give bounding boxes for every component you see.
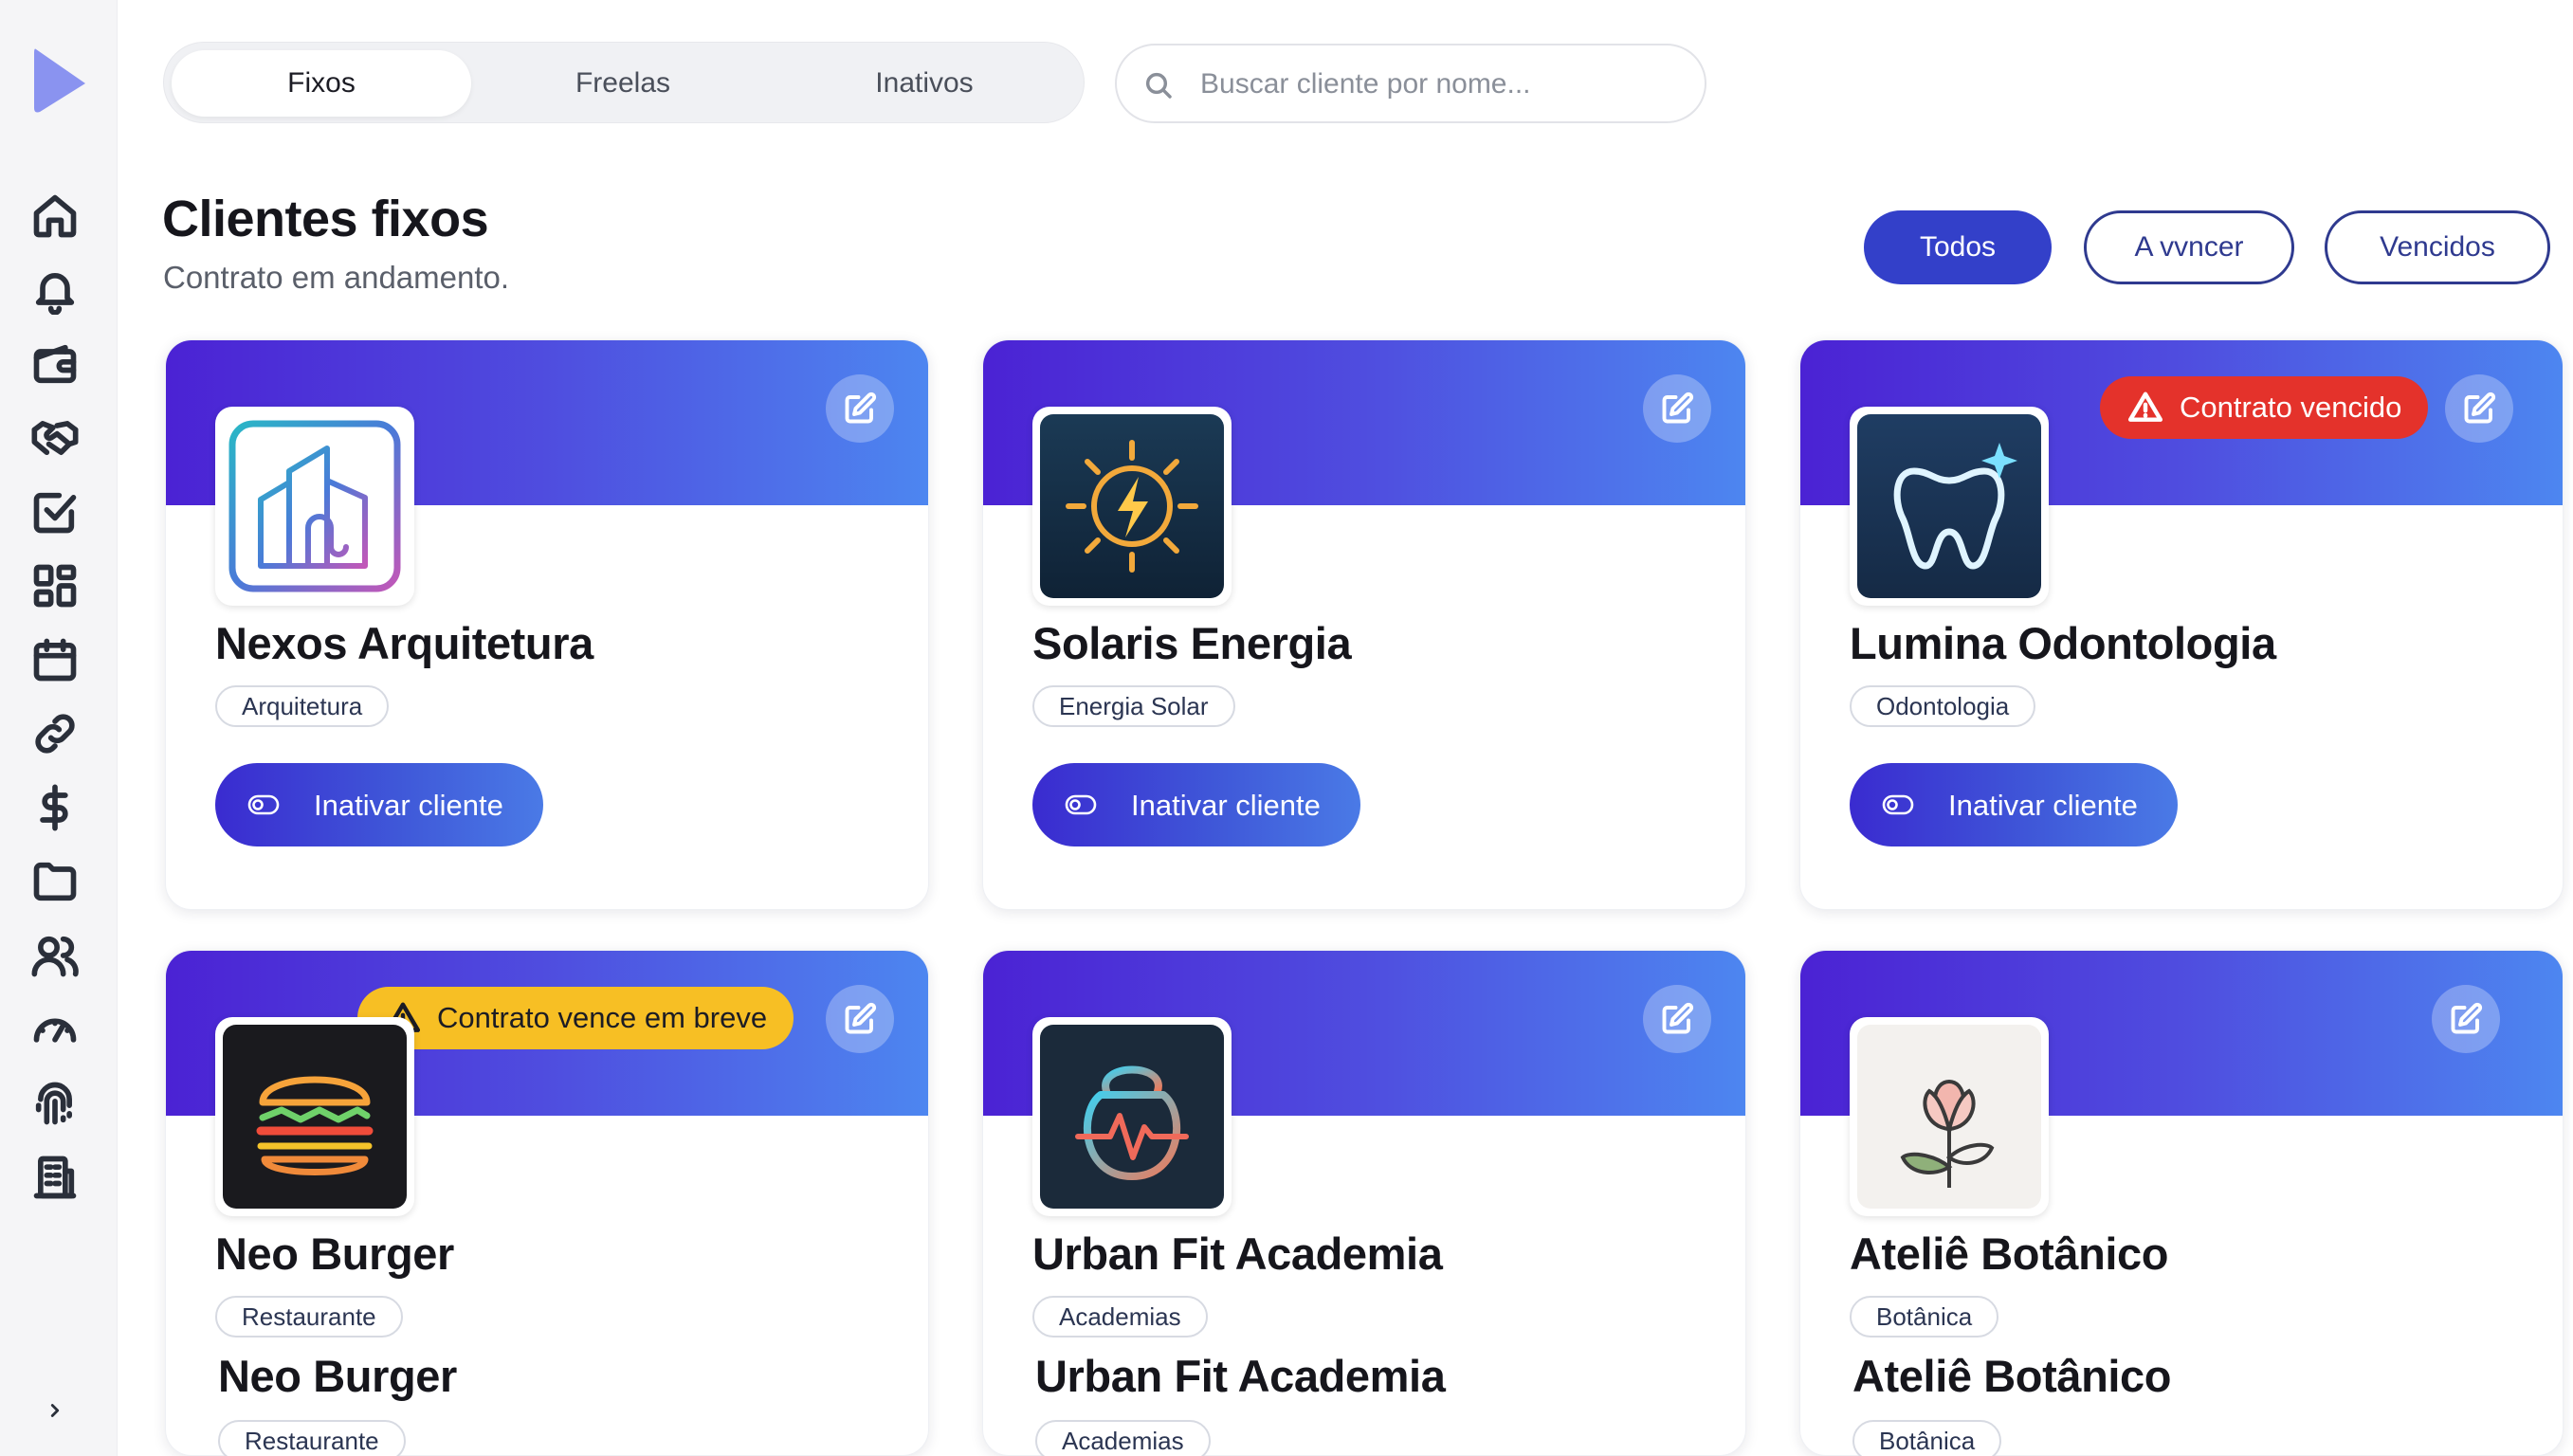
app: Fixos Freelas Inativos Clientes fixos Co…	[0, 0, 2573, 1456]
client-logo	[215, 1017, 414, 1216]
category-tag: Odontologia	[1850, 685, 2036, 727]
burger-logo	[223, 1025, 407, 1209]
client-name-duplicate: Urban Fit Academia	[1035, 1351, 1446, 1401]
category-tag-duplicate: Academias	[1035, 1420, 1211, 1456]
category-tag-duplicate: Botânica	[1852, 1420, 2002, 1456]
inativar-cliente-button[interactable]: Inativar cliente	[1850, 763, 2178, 846]
button-label: Inativar cliente	[1131, 789, 1321, 822]
category-tag-duplicate: Restaurante	[218, 1420, 406, 1456]
fingerprint-icon[interactable]	[27, 1075, 83, 1132]
client-card-lumina: Contrato vencido Lumina Odontologia Odon…	[1799, 339, 2564, 910]
tab-freelas[interactable]: Freelas	[473, 50, 773, 117]
client-card-solaris: Solaris Energia Energia Solar Inativar c…	[982, 339, 1746, 910]
edit-icon[interactable]	[826, 374, 894, 443]
building-outline-logo	[223, 414, 407, 598]
link-icon[interactable]	[27, 705, 83, 762]
gauge-icon[interactable]	[27, 1001, 83, 1058]
grid-icon[interactable]	[27, 557, 83, 614]
play-logo-icon[interactable]	[30, 46, 89, 116]
category-tag: Energia Solar	[1032, 685, 1235, 727]
kettlebell-logo	[1040, 1025, 1224, 1209]
flower-logo	[1857, 1025, 2041, 1209]
sidebar	[0, 0, 118, 1456]
tooth-logo	[1857, 414, 2041, 598]
filter-vencidos-button[interactable]: Vencidos	[2325, 210, 2550, 284]
edit-icon[interactable]	[1643, 374, 1711, 443]
client-name: Urban Fit Academia	[1032, 1228, 1443, 1279]
client-name-duplicate: Ateliê Botânico	[1852, 1351, 2172, 1401]
filter-todos-button[interactable]: Todos	[1864, 210, 2052, 284]
checkbox-icon[interactable]	[27, 483, 83, 540]
client-name: Nexos Arquitetura	[215, 618, 593, 668]
button-label: Inativar cliente	[1948, 789, 2138, 822]
client-card-nexos: Nexos Arquitetura Arquitetura Inativar c…	[165, 339, 929, 910]
inativar-cliente-button[interactable]: Inativar cliente	[1032, 763, 1360, 846]
button-label: Inativar cliente	[314, 789, 503, 822]
client-name: Solaris Energia	[1032, 618, 1352, 668]
category-tag: Academias	[1032, 1296, 1208, 1338]
toggle-icon	[1882, 794, 1914, 815]
tab-inativos[interactable]: Inativos	[775, 50, 1074, 117]
toggle-icon	[1065, 794, 1097, 815]
contract-expiring-badge: Contrato vence em breve	[357, 987, 794, 1049]
calendar-icon[interactable]	[27, 631, 83, 688]
tab-fixos[interactable]: Fixos	[172, 50, 471, 117]
search-icon	[1145, 72, 1172, 99]
search-box	[1115, 44, 1706, 123]
edit-icon[interactable]	[1643, 985, 1711, 1053]
edit-icon[interactable]	[2445, 374, 2513, 443]
toggle-icon	[247, 794, 280, 815]
bell-icon[interactable]	[27, 262, 83, 318]
client-name-duplicate: Neo Burger	[218, 1351, 457, 1401]
search-input[interactable]	[1200, 61, 1684, 108]
folder-icon[interactable]	[27, 853, 83, 910]
page-subtitle: Contrato em andamento.	[163, 260, 510, 295]
category-tag: Restaurante	[215, 1296, 403, 1338]
warning-icon	[2127, 391, 2163, 422]
sun-bolt-logo	[1040, 414, 1224, 598]
chevron-right-icon[interactable]	[38, 1393, 72, 1428]
contract-expired-badge: Contrato vencido	[2100, 376, 2429, 439]
edit-icon[interactable]	[826, 985, 894, 1053]
client-logo	[1032, 1017, 1232, 1216]
users-icon[interactable]	[27, 927, 83, 984]
filter-a-vencer-button[interactable]: A vvncer	[2084, 210, 2294, 284]
client-logo	[1850, 1017, 2049, 1216]
client-name: Ateliê Botânico	[1850, 1228, 2169, 1279]
edit-icon[interactable]	[2432, 985, 2500, 1053]
client-logo	[215, 407, 414, 606]
client-name: Lumina Odontologia	[1850, 618, 2276, 668]
client-logo	[1032, 407, 1232, 606]
dollar-icon[interactable]	[27, 779, 83, 836]
badge-label: Contrato vencido	[2180, 391, 2402, 424]
inativar-cliente-button[interactable]: Inativar cliente	[215, 763, 543, 846]
category-tag: Botânica	[1850, 1296, 1999, 1338]
client-logo	[1850, 407, 2049, 606]
home-icon[interactable]	[27, 188, 83, 245]
page-title: Clientes fixos	[162, 191, 489, 247]
handshake-icon[interactable]	[27, 410, 83, 466]
client-name: Neo Burger	[215, 1228, 454, 1279]
badge-label: Contrato vence em breve	[437, 1001, 768, 1034]
wallet-icon[interactable]	[27, 336, 83, 392]
tab-bar: Fixos Freelas Inativos	[163, 42, 1085, 123]
category-tag: Arquitetura	[215, 685, 390, 727]
building-icon[interactable]	[27, 1149, 83, 1206]
